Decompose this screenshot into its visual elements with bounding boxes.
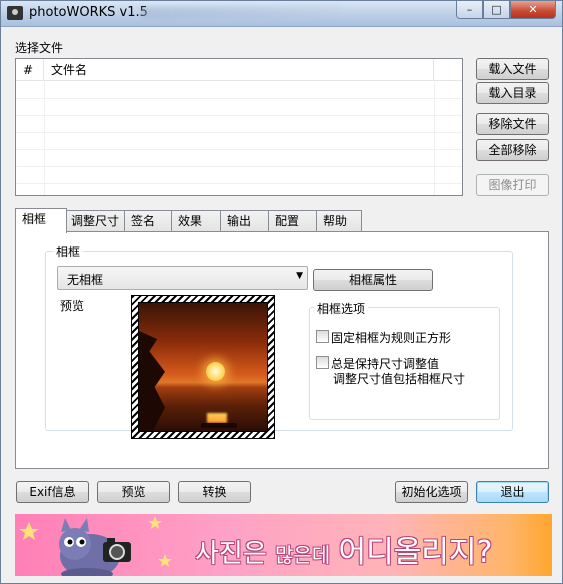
frame-options-title: 相框选项 bbox=[314, 300, 369, 317]
keep-resize-checkbox[interactable] bbox=[316, 356, 329, 369]
ad-banner[interactable]: 사진은 많은데 어디올리지? bbox=[15, 514, 552, 576]
file-list[interactable]: # 文件名 bbox=[15, 58, 463, 196]
main-window: photoWORKS v1.5 – □ ✕ 选择文件 # 文件名 载入文件 载入… bbox=[0, 0, 563, 584]
column-header-index[interactable]: # bbox=[16, 59, 44, 81]
load-file-button[interactable]: 载入文件 bbox=[476, 58, 549, 80]
convert-button[interactable]: 转换 bbox=[178, 481, 251, 503]
square-frame-label[interactable]: 固定相框为规则正方形 bbox=[331, 329, 451, 346]
select-file-label: 选择文件 bbox=[15, 41, 64, 55]
file-list-header: # 文件名 bbox=[16, 59, 462, 81]
print-image-button[interactable]: 图像打印 bbox=[476, 174, 549, 196]
banner-text: 사진은 많은데 어디올리지? bbox=[195, 527, 492, 571]
tab-config[interactable]: 配置 bbox=[268, 210, 318, 232]
tab-frame[interactable]: 相框 bbox=[15, 208, 67, 233]
preview-button[interactable]: 预览 bbox=[97, 481, 170, 503]
close-button[interactable]: ✕ bbox=[510, 1, 556, 19]
window-title: photoWORKS v1.5 bbox=[29, 5, 148, 20]
minimize-button[interactable]: – bbox=[456, 1, 483, 19]
column-header-filename[interactable]: 文件名 bbox=[44, 59, 434, 81]
exif-info-button[interactable]: Exif信息 bbox=[16, 481, 89, 503]
title-bar[interactable]: photoWORKS v1.5 – □ ✕ bbox=[1, 1, 562, 27]
chevron-down-icon[interactable]: ▼ bbox=[296, 271, 303, 281]
banner-text-a: 사진은 bbox=[195, 539, 267, 569]
camera-icon bbox=[7, 6, 23, 20]
remove-file-button[interactable]: 移除文件 bbox=[476, 113, 549, 135]
preview-label: 预览 bbox=[60, 299, 85, 313]
mascot-illustration bbox=[19, 516, 172, 576]
tab-effects[interactable]: 效果 bbox=[171, 210, 221, 232]
frame-select-value: 无相框 bbox=[67, 273, 104, 287]
tab-output[interactable]: 输出 bbox=[220, 210, 270, 232]
tab-signature[interactable]: 签名 bbox=[124, 210, 172, 232]
file-list-rows bbox=[16, 82, 462, 195]
remove-all-button[interactable]: 全部移除 bbox=[476, 139, 549, 161]
title-bar-background bbox=[141, 7, 341, 19]
reset-options-button[interactable]: 初始化选项 bbox=[395, 481, 468, 503]
sunset-photo bbox=[138, 302, 268, 432]
banner-text-c: 어디올리지? bbox=[338, 535, 493, 570]
keep-resize-sublabel: 调整尺寸值包括相框尺寸 bbox=[333, 372, 466, 386]
frame-properties-button[interactable]: 相框属性 bbox=[313, 269, 433, 291]
square-frame-checkbox[interactable] bbox=[316, 330, 329, 343]
tab-resize[interactable]: 调整尺寸 bbox=[64, 210, 126, 232]
frame-select[interactable]: 无相框 ▼ bbox=[57, 266, 308, 290]
maximize-button[interactable]: □ bbox=[483, 1, 510, 19]
frame-group-title: 相框 bbox=[53, 243, 84, 260]
exit-button[interactable]: 退出 bbox=[476, 481, 549, 503]
load-directory-button[interactable]: 载入目录 bbox=[476, 82, 549, 104]
tab-help[interactable]: 帮助 bbox=[316, 210, 362, 232]
frame-preview bbox=[131, 295, 275, 439]
banner-text-b: 많은데 bbox=[275, 543, 331, 567]
